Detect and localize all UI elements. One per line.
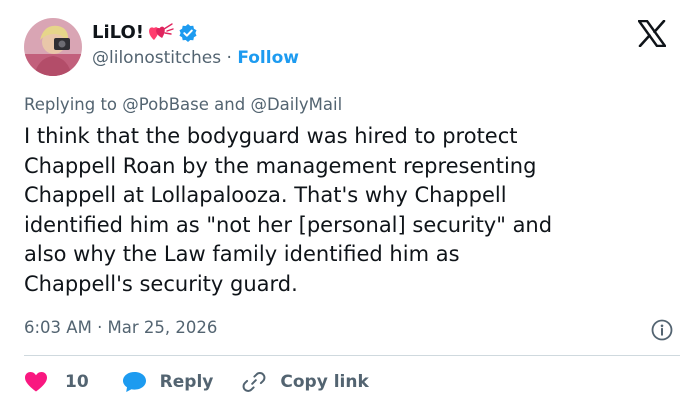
author-name-row[interactable]: LiLO! xyxy=(92,22,198,43)
verified-badge-icon xyxy=(178,23,198,43)
heart-icon xyxy=(25,372,47,392)
reply-context: Replying to @PobBase and @DailyMail xyxy=(24,95,342,114)
avatar[interactable] xyxy=(24,18,82,76)
reply-button[interactable]: Reply xyxy=(122,371,214,393)
heart-emoji-icon xyxy=(148,22,174,43)
author-display-name[interactable]: LiLO! xyxy=(92,22,144,43)
like-button[interactable]: 10 xyxy=(24,371,89,393)
tweet-body: I think that the bodyguard was hired to … xyxy=(24,122,684,299)
mention-dailymail[interactable]: @DailyMail xyxy=(250,95,342,114)
separator-dot: · xyxy=(226,48,232,68)
copy-link-label: Copy link xyxy=(280,372,369,392)
divider xyxy=(24,355,680,356)
tweet-line: identified him as "not her [personal] se… xyxy=(24,212,553,237)
link-icon xyxy=(242,372,266,392)
tweet-line: I think that the bodyguard was hired to … xyxy=(24,124,518,148)
reply-prefix: Replying to xyxy=(24,95,118,114)
tweet-line: Chappell at Lollapalooza. That's why Cha… xyxy=(24,183,507,207)
author-handle[interactable]: @lilonostitches xyxy=(92,48,221,68)
reply-label: Reply xyxy=(159,372,214,392)
info-icon[interactable] xyxy=(651,319,673,341)
copy-link-button[interactable]: Copy link xyxy=(242,370,369,394)
tweet-timestamp[interactable]: 6:03 AM · Mar 25, 2026 xyxy=(24,318,217,337)
tweet-line: Chappell's security guard. xyxy=(24,271,298,296)
follow-button[interactable]: Follow xyxy=(237,48,299,68)
mention-pobbase[interactable]: @PobBase xyxy=(122,95,209,114)
like-count: 10 xyxy=(65,372,89,392)
reply-conjunction: and xyxy=(214,95,246,114)
reply-bubble-icon xyxy=(122,372,146,392)
tweet-line: Chappell Roan by the management represen… xyxy=(24,153,537,178)
avatar-image xyxy=(24,18,82,76)
tweet-line: also why the Law family identified him a… xyxy=(24,242,460,266)
handle-row: @lilonostitches · Follow xyxy=(92,48,299,68)
action-bar: 10 Reply Copy link xyxy=(24,368,369,396)
x-logo-icon[interactable] xyxy=(637,19,667,48)
